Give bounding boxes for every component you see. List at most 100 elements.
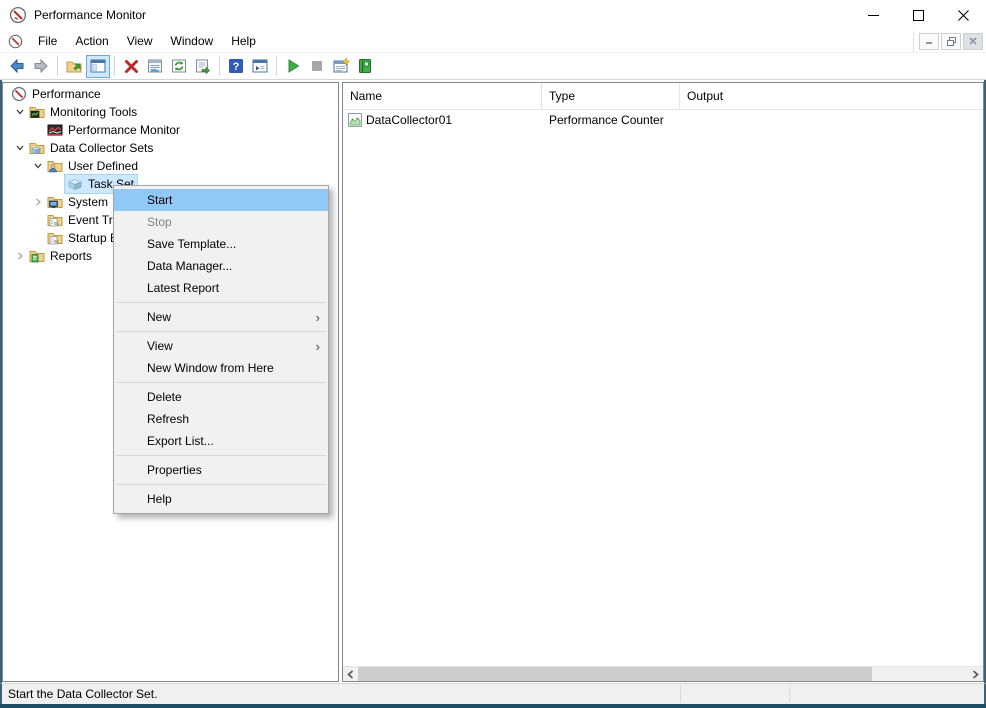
folder-report-icon xyxy=(29,248,45,264)
context-menu: Start Stop Save Template... Data Manager… xyxy=(113,185,329,514)
start-icon[interactable] xyxy=(281,55,305,78)
mdi-restore-button[interactable] xyxy=(941,33,961,50)
tree-label: Data Collector Sets xyxy=(50,141,153,155)
menu-item-export-list[interactable]: Export List... xyxy=(114,430,328,452)
chevron-right-icon[interactable] xyxy=(11,248,29,264)
tree-item-user-defined[interactable]: User Defined xyxy=(3,157,338,175)
tree-item-performance[interactable]: Performance xyxy=(3,85,338,103)
tree-label: Performance xyxy=(32,87,101,101)
export-list-icon[interactable] xyxy=(191,55,215,78)
delete-icon[interactable] xyxy=(119,55,143,78)
export-to-folder-icon[interactable] xyxy=(62,55,86,78)
chevron-down-icon[interactable] xyxy=(11,140,29,156)
status-text: Start the Data Collector Set. xyxy=(8,687,157,701)
maximize-button[interactable] xyxy=(896,0,941,30)
submenu-arrow-icon: › xyxy=(316,340,320,353)
menu-item-refresh[interactable]: Refresh xyxy=(114,408,328,430)
status-bar: Start the Data Collector Set. xyxy=(0,683,986,704)
table-row[interactable]: DataCollector01 Performance Counter xyxy=(343,110,983,129)
title-bar: Performance Monitor xyxy=(0,0,986,30)
performance-monitor-window: Performance Monitor File Action View Win… xyxy=(0,0,986,708)
column-header-type[interactable]: Type xyxy=(542,83,680,110)
toolbar: ? xyxy=(0,53,986,80)
tree-item-performance-monitor[interactable]: Performance Monitor xyxy=(3,121,338,139)
svg-text:01: 01 xyxy=(54,239,59,244)
menu-item-new-window-from-here[interactable]: New Window from Here xyxy=(114,357,328,379)
cell-name-text: DataCollector01 xyxy=(366,113,452,127)
list-header: Name Type Output xyxy=(343,83,983,110)
toolbar-separator xyxy=(219,56,220,76)
menu-item-stop[interactable]: Stop xyxy=(114,211,328,233)
toolbar-separator xyxy=(114,56,115,76)
cell-type: Performance Counter xyxy=(542,113,680,127)
menu-item-view[interactable]: View › xyxy=(114,335,328,357)
minimize-button[interactable] xyxy=(851,0,896,30)
menu-separator xyxy=(116,455,326,456)
tree-label: User Defined xyxy=(68,159,138,173)
svg-text:?: ? xyxy=(233,61,240,73)
menu-action[interactable]: Action xyxy=(66,31,117,51)
chevron-down-icon[interactable] xyxy=(29,158,47,174)
scroll-left-icon[interactable] xyxy=(343,667,358,681)
scroll-right-icon[interactable] xyxy=(968,667,983,681)
chevron-right-icon[interactable] xyxy=(29,194,47,210)
forward-icon[interactable] xyxy=(29,55,53,78)
window-title: Performance Monitor xyxy=(34,8,146,22)
horizontal-scrollbar[interactable] xyxy=(343,666,983,681)
statusbar-divider xyxy=(789,686,790,702)
chevron-spacer xyxy=(29,122,47,138)
menu-item-latest-report[interactable]: Latest Report xyxy=(114,277,328,299)
menu-file[interactable]: File xyxy=(29,31,66,51)
folder-clipboard-icon: 01 xyxy=(47,212,63,228)
refresh-icon[interactable] xyxy=(167,55,191,78)
folder-monitor-icon xyxy=(47,194,63,210)
chevron-spacer xyxy=(29,212,47,228)
tree-item-data-collector-sets[interactable]: Data Collector Sets xyxy=(3,139,338,157)
menu-item-new[interactable]: New › xyxy=(114,306,328,328)
menu-item-delete[interactable]: Delete xyxy=(114,386,328,408)
perfmon-app-icon xyxy=(9,6,27,24)
tree-label: System xyxy=(68,195,108,209)
column-header-name[interactable]: Name xyxy=(343,83,542,110)
menu-view[interactable]: View xyxy=(118,31,162,51)
column-header-output[interactable]: Output xyxy=(680,83,983,110)
results-pane: Name Type Output DataCollector01 xyxy=(342,82,984,682)
toggle-console-tree-icon[interactable] xyxy=(86,55,110,78)
menu-item-properties[interactable]: Properties xyxy=(114,459,328,481)
data-collector-icon xyxy=(348,113,362,127)
menu-item-label: New xyxy=(147,310,171,324)
back-icon[interactable] xyxy=(5,55,29,78)
scrollbar-thumb[interactable] xyxy=(358,667,872,681)
mdi-close-button[interactable] xyxy=(963,33,983,50)
close-button[interactable] xyxy=(941,0,986,30)
menu-item-data-manager[interactable]: Data Manager... xyxy=(114,255,328,277)
chevron-down-icon[interactable] xyxy=(11,104,29,120)
properties-icon[interactable] xyxy=(143,55,167,78)
mdi-minimize-button[interactable] xyxy=(919,33,939,50)
chevron-spacer xyxy=(47,176,65,192)
menu-separator xyxy=(116,331,326,332)
menu-separator xyxy=(116,484,326,485)
scrollbar-track[interactable] xyxy=(358,667,968,681)
statusbar-divider xyxy=(680,686,681,702)
menu-separator xyxy=(116,302,326,303)
menu-item-save-template[interactable]: Save Template... xyxy=(114,233,328,255)
perfmon-icon xyxy=(11,86,27,102)
help-icon[interactable]: ? xyxy=(224,55,248,78)
tree-label: Monitoring Tools xyxy=(50,105,137,119)
tree-label: Reports xyxy=(50,249,92,263)
menu-item-label: View xyxy=(147,339,173,353)
stop-icon[interactable] xyxy=(305,55,329,78)
menu-item-start[interactable]: Start xyxy=(114,189,328,211)
show-action-pane-icon[interactable] xyxy=(248,55,272,78)
cube-icon xyxy=(67,176,83,192)
menu-help[interactable]: Help xyxy=(222,31,265,51)
menu-window[interactable]: Window xyxy=(162,31,223,51)
menu-item-help[interactable]: Help xyxy=(114,488,328,510)
chart-icon xyxy=(47,122,63,138)
view-log-icon[interactable] xyxy=(353,55,377,78)
console-icon xyxy=(8,34,23,49)
tree-item-monitoring-tools[interactable]: Monitoring Tools xyxy=(3,103,338,121)
new-data-collector-set-icon[interactable] xyxy=(329,55,353,78)
toolbar-separator xyxy=(276,56,277,76)
